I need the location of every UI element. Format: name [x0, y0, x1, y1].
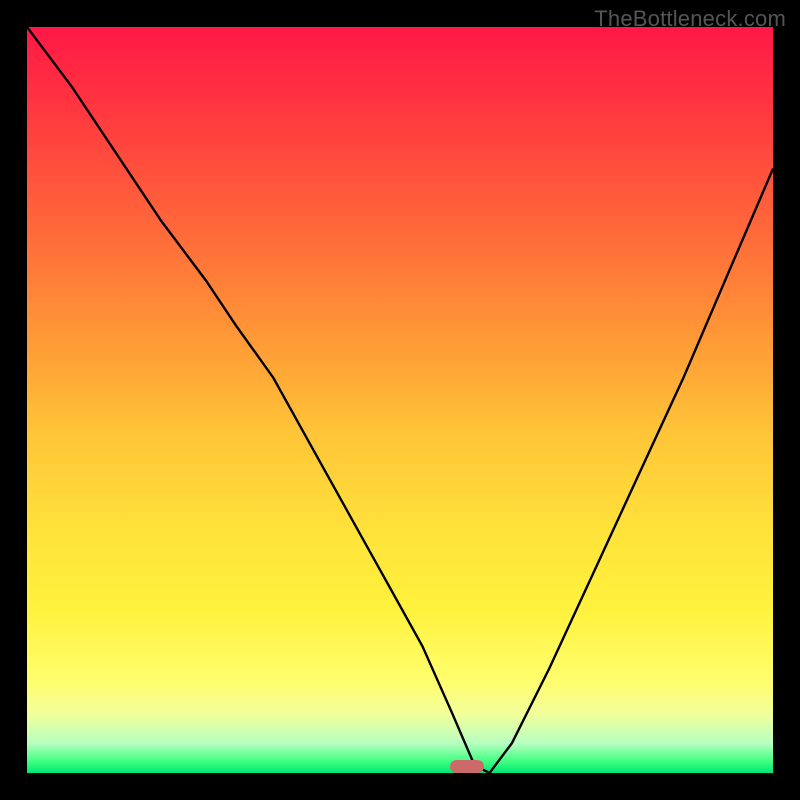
bottleneck-curve [27, 27, 773, 773]
chart-plot-area [27, 27, 773, 773]
optimal-marker [450, 760, 484, 773]
